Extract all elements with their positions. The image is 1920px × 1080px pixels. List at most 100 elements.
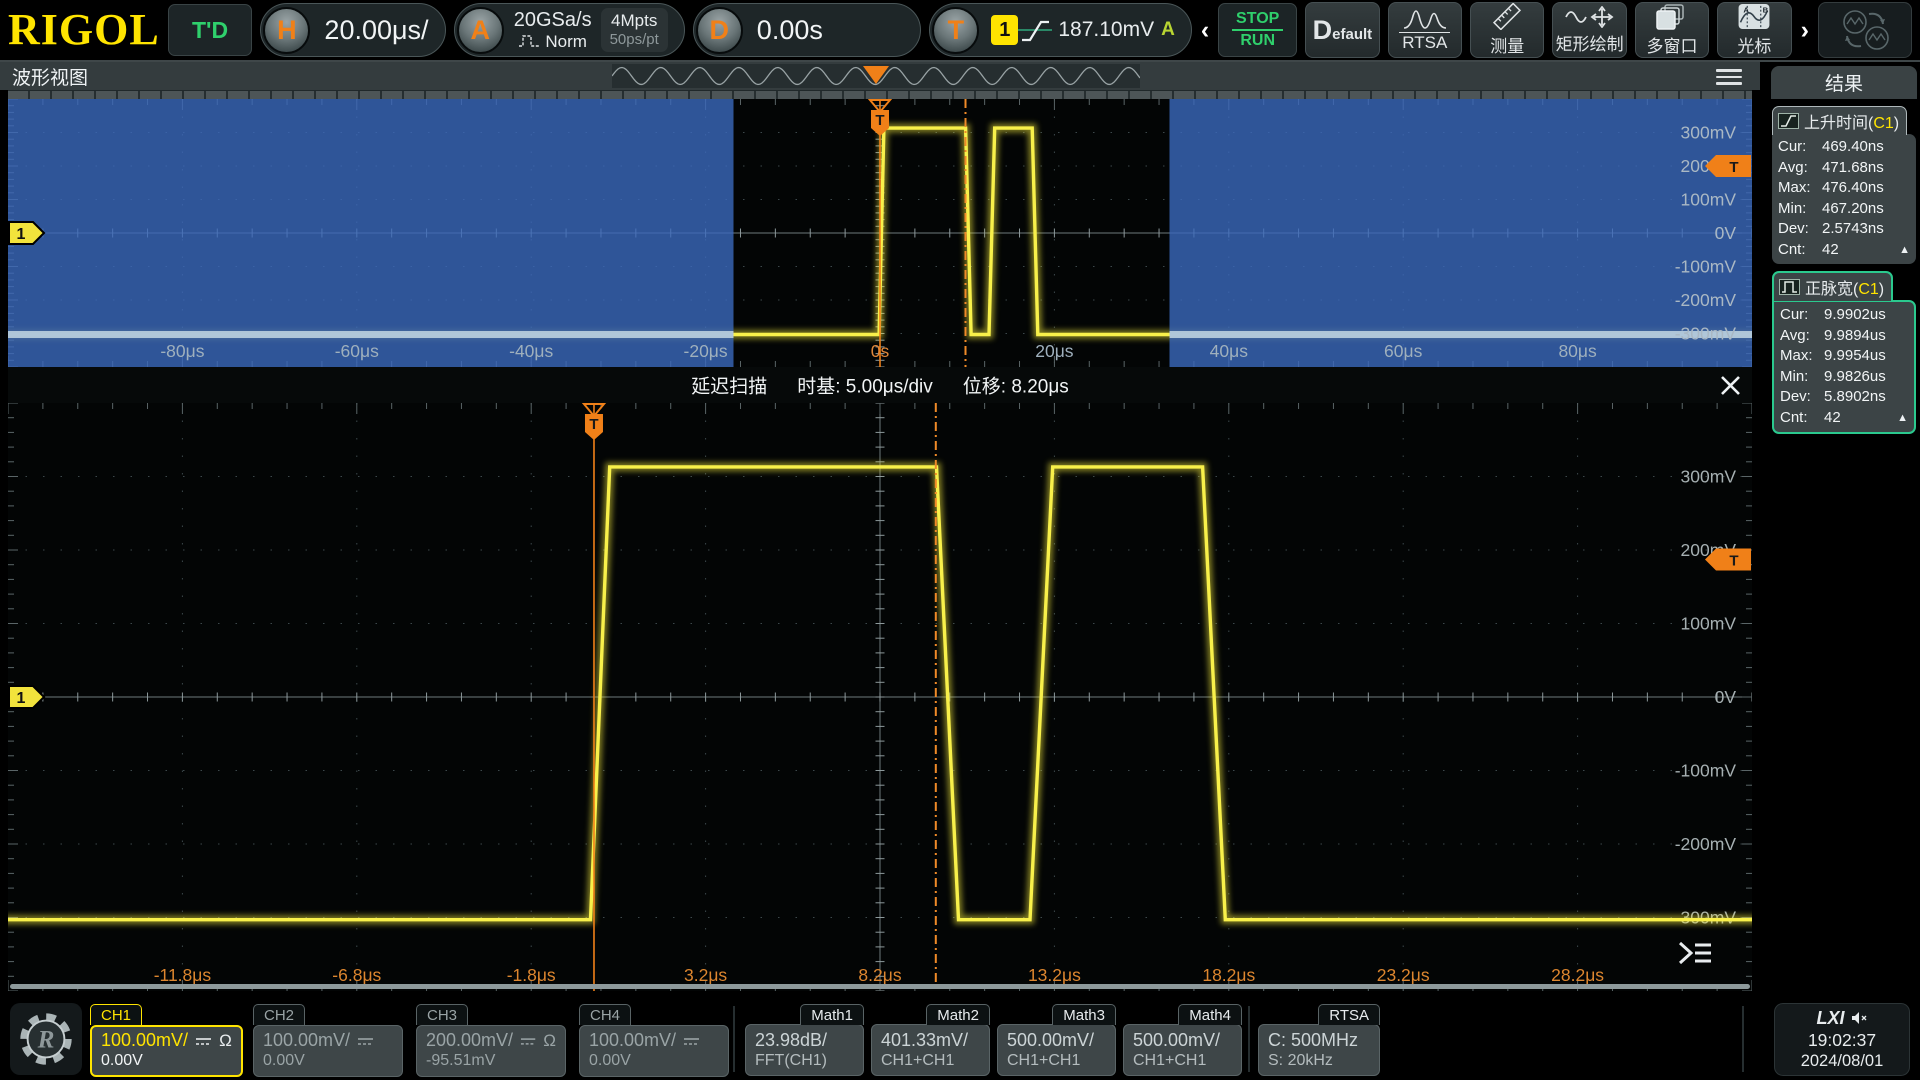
y-axis-label: 0V xyxy=(1715,687,1737,707)
outside-zoom-window-overlay xyxy=(1170,99,1753,367)
menu-icon[interactable] xyxy=(1716,69,1742,85)
acquisition-button[interactable]: A 20GSa/s Norm 4Mpts 50ps/pt xyxy=(454,3,685,57)
y-axis-label: 300mV xyxy=(1681,123,1737,143)
measure-button[interactable]: 测量 xyxy=(1470,2,1544,58)
delayed-sweep-bar: 延迟扫描 时基: 5.00μs/div 位移: 8.20μs xyxy=(8,367,1752,403)
default-button[interactable]: Default xyxy=(1305,2,1379,58)
channel-cell-rtsa[interactable]: RTSA C: 500MHz S: 20kHz xyxy=(1258,1004,1380,1076)
waveform-view-title: 波形视图 xyxy=(12,63,88,90)
horizontal-position-strip[interactable] xyxy=(612,64,1140,88)
divider xyxy=(733,1006,735,1072)
x-axis-label: 28.2μs xyxy=(1551,965,1604,985)
x-axis-label: 23.2μs xyxy=(1377,965,1430,985)
y-axis-label: 300mV xyxy=(1681,467,1737,487)
rigol-gear-button[interactable]: R xyxy=(10,1003,82,1075)
channel-values: 500.00mV/ CH1+CH1 xyxy=(1123,1024,1242,1076)
speaker-muted-icon xyxy=(1851,1011,1868,1025)
channel-values: 401.33mV/ CH1+CH1 xyxy=(871,1024,990,1076)
measurement-panel[interactable]: 上升时间(C1) Cur:469.40nsAvg:471.68nsMax:476… xyxy=(1772,106,1916,264)
measurement-body: Cur:469.40nsAvg:471.68nsMax:476.40nsMin:… xyxy=(1772,134,1916,264)
y-axis-label: -200mV xyxy=(1675,290,1737,310)
rect-draw-button[interactable]: 矩形绘制 xyxy=(1552,2,1626,58)
x-axis-label: 60μs xyxy=(1384,341,1423,361)
channel-values: C: 500MHz S: 20kHz xyxy=(1258,1024,1380,1076)
close-icon[interactable] xyxy=(1717,372,1744,399)
x-axis-label: 80μs xyxy=(1558,341,1597,361)
lxi-logo: LXI xyxy=(1816,1007,1844,1030)
trigger-status-button[interactable]: T'D xyxy=(168,4,253,56)
delayed-sweep-plot[interactable]: -11.8μs-6.8μs-1.8μs3.2μs8.2μs13.2μs18.2μ… xyxy=(8,403,1752,991)
channel-cell-ch1[interactable]: CH1 100.00mV/Ω 0.00V xyxy=(90,1004,243,1077)
swap-waveforms-icon xyxy=(1833,8,1897,52)
measurement-row: Cur:9.9902us xyxy=(1780,305,1908,326)
channel-cell-math1[interactable]: Math1 23.98dB/ FFT(CH1) xyxy=(745,1004,864,1076)
channel-cell-math4[interactable]: Math4 500.00mV/ CH1+CH1 xyxy=(1123,1004,1242,1076)
collapse-arrow-icon[interactable]: ▲ xyxy=(1899,240,1910,261)
rise-time-icon xyxy=(1778,113,1799,129)
divider xyxy=(1248,1006,1250,1072)
cursor-button[interactable]: A B 光标 xyxy=(1717,2,1791,58)
dc-coupling-icon xyxy=(357,1035,374,1047)
trigger-source-badge: 1 xyxy=(991,15,1018,45)
timebase-value: 20.00μs/ xyxy=(324,15,428,46)
timebase-ruler xyxy=(8,90,1752,99)
trigger-status-label: T'D xyxy=(192,17,228,44)
impedance-ohm-icon: Ω xyxy=(543,1032,556,1051)
measurement-panel[interactable]: 正脉宽(C1) Cur:9.9902usAvg:9.9894usMax:9.99… xyxy=(1772,271,1916,434)
svg-text:R: R xyxy=(37,1027,55,1054)
sine-preview-icon xyxy=(612,64,1140,88)
measurement-row: Max:476.40ns xyxy=(1778,178,1910,199)
horizontal-timebase-button[interactable]: H 20.00μs/ xyxy=(260,3,445,57)
multi-window-button[interactable]: 多窗口 xyxy=(1635,2,1709,58)
main-waveform-plot[interactable]: -80μs-60μs-40μs-20μs0s20μs40μs60μs80μs30… xyxy=(8,99,1752,367)
chevron-right-icon[interactable]: › xyxy=(1800,16,1810,45)
measurement-name: 正脉宽(C1) xyxy=(1805,275,1884,299)
rect-draw-label: 矩形绘制 xyxy=(1556,30,1624,55)
flyout-menu-icon[interactable] xyxy=(1676,939,1714,967)
channel-cell-ch4[interactable]: CH4 100.00mV/ 0.00V xyxy=(579,1004,729,1077)
spectrum-peaks-icon xyxy=(1402,8,1448,30)
svg-text:T: T xyxy=(589,416,598,433)
measurement-tab[interactable]: 上升时间(C1) xyxy=(1772,106,1907,135)
delayed-sweep-title: 延迟扫描 xyxy=(691,372,767,399)
clock-block[interactable]: LXI 19:02:37 2024/08/01 xyxy=(1774,1003,1910,1076)
x-axis-label: -80μs xyxy=(160,341,204,361)
cursor-label: 光标 xyxy=(1737,32,1771,57)
pulse-width-icon xyxy=(1779,279,1800,295)
divider xyxy=(1742,1006,1744,1072)
channel-cell-math2[interactable]: Math2 401.33mV/ CH1+CH1 xyxy=(871,1004,990,1076)
y-axis-label: -200mV xyxy=(1675,834,1737,854)
results-sidebar: 结果 上升时间(C1) Cur:469.40nsAvg:471.68nsMax:… xyxy=(1768,62,1920,1000)
channel-values: 200.00mV/Ω -95.51mV xyxy=(416,1025,566,1077)
channel-tab-label: RTSA xyxy=(1318,1004,1380,1025)
acq-mode: Norm xyxy=(545,32,587,52)
svg-text:T: T xyxy=(1729,553,1738,570)
x-axis-label: -40μs xyxy=(509,341,553,361)
rtsa-label: RTSA xyxy=(1399,32,1450,53)
collapse-arrow-icon[interactable]: ▲ xyxy=(1897,408,1908,429)
trigger-button[interactable]: T 1 187.10mV A xyxy=(929,3,1191,57)
measurement-body: Cur:9.9902usAvg:9.9894usMax:9.9954usMin:… xyxy=(1772,300,1916,434)
svg-text:B: B xyxy=(1763,6,1769,15)
default-rest: efault xyxy=(1332,26,1372,43)
cursor-ab-icon: A B xyxy=(1737,3,1771,30)
default-initial: D xyxy=(1313,15,1333,46)
channel-cell-ch2[interactable]: CH2 100.00mV/ 0.00V xyxy=(253,1004,403,1077)
measurement-tab[interactable]: 正脉宽(C1) xyxy=(1772,271,1893,301)
ruler-icon xyxy=(1492,3,1522,30)
waveform-swap-button[interactable] xyxy=(1818,2,1912,58)
delay-button[interactable]: D 0.00s xyxy=(693,3,922,57)
sample-resolution: 50ps/pt xyxy=(610,31,659,49)
delayed-sweep-offset: 位移: 8.20μs xyxy=(963,372,1069,399)
rtsa-button[interactable]: RTSA xyxy=(1388,2,1462,58)
y-axis-label: 0V xyxy=(1715,223,1737,243)
channel-values: 23.98dB/ FFT(CH1) xyxy=(745,1024,864,1076)
x-axis-label: 8.2μs xyxy=(858,965,901,985)
channel-cell-math3[interactable]: Math3 500.00mV/ CH1+CH1 xyxy=(997,1004,1116,1076)
channel-tab-label: CH3 xyxy=(416,1004,468,1025)
channel-cell-ch3[interactable]: CH3 200.00mV/Ω -95.51mV xyxy=(416,1004,566,1077)
memory-depth: 4Mpts xyxy=(610,11,659,31)
chevron-left-icon[interactable]: ‹ xyxy=(1200,16,1210,45)
stop-run-button[interactable]: STOP RUN xyxy=(1218,3,1297,57)
horizontal-scroll-strip xyxy=(10,984,1750,989)
